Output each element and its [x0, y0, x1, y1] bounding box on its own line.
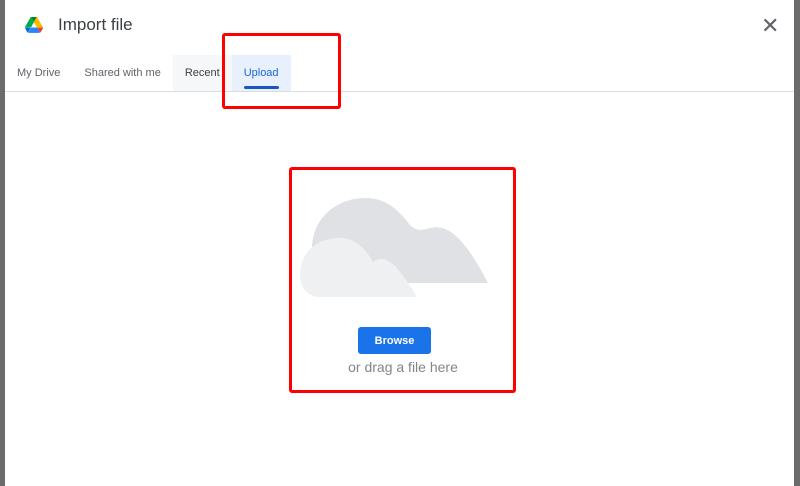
tabs-divider — [5, 91, 794, 92]
highlight-upload-tab — [222, 33, 341, 109]
dialog-title: Import file — [58, 15, 133, 34]
tab-shared-with-me[interactable]: Shared with me — [72, 55, 172, 91]
google-drive-icon — [25, 17, 43, 33]
close-icon[interactable]: ✕ — [761, 15, 779, 37]
tab-my-drive[interactable]: My Drive — [5, 55, 72, 91]
highlight-upload-area — [289, 167, 516, 393]
